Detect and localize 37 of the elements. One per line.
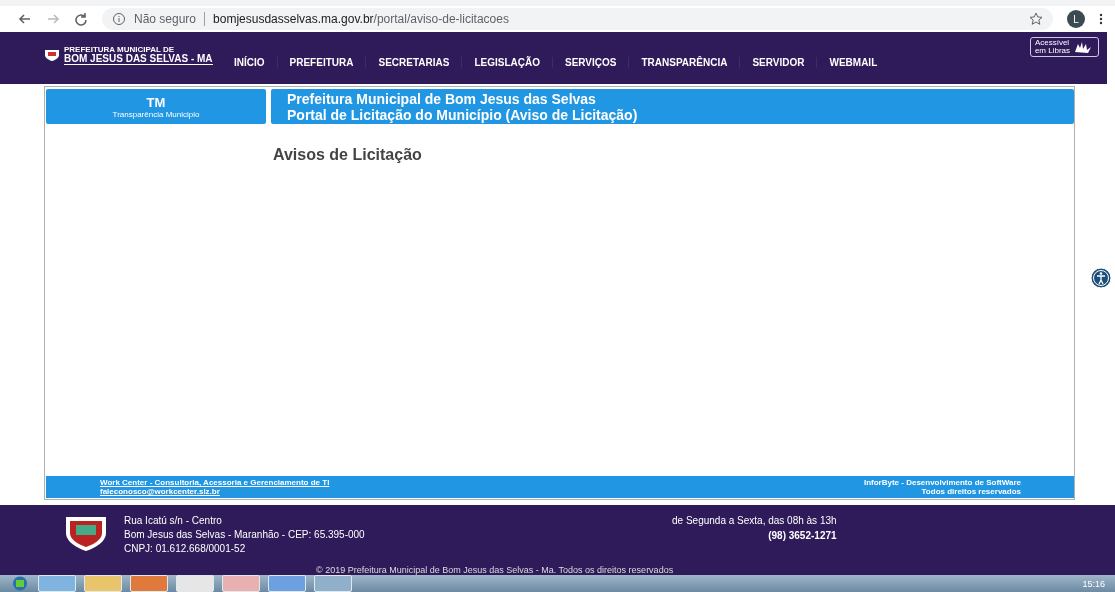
address-line: Bom Jesus das Selvas - Maranhão - CEP: 65.395-000 — [124, 529, 366, 540]
clock: 15:16 — [1082, 578, 1105, 589]
back-icon[interactable] — [18, 12, 32, 26]
forward-icon[interactable] — [46, 12, 60, 26]
nav-link[interactable]: TRANSPARÊNCIA — [629, 56, 741, 68]
address-bar[interactable]: Não seguro bomjesusdasselvas.ma.gov.br/portal/aviso-de-licitacoes — [102, 8, 1053, 30]
reload-icon[interactable] — [74, 12, 88, 26]
nav-link[interactable]: PREFEITURA — [277, 56, 367, 68]
nav-link[interactable]: LEGISLAÇÃO — [462, 56, 553, 68]
copyright-text: © 2019 Prefeitura Municipal de Bom Jesus das Selvas - Ma. Todos os direitos reservados — [316, 565, 674, 575]
crest-icon — [64, 515, 108, 553]
profile-avatar[interactable]: L — [1067, 10, 1085, 28]
security-label: Não seguro — [134, 12, 197, 26]
address-line: Rua Icatú s/n - Centro — [124, 515, 223, 526]
accessibility-icon[interactable] — [1090, 267, 1112, 289]
nav-link[interactable]: SERVIÇOS — [552, 56, 630, 68]
logo-title: BOM JESUS DAS SELVAS - MA — [64, 54, 213, 65]
page-title: Avisos de Licitação — [273, 146, 423, 164]
tm-badge: TM Transparência Municipio — [46, 89, 266, 124]
footer-text: Todos direitos reservados — [921, 487, 1021, 496]
url-text: bomjesusdasselvas.ma.gov.br/portal/aviso-de-licitacoes — [213, 12, 509, 26]
libras-badge[interactable]: Acessível em Libras — [1029, 37, 1099, 57]
crest-icon — [44, 49, 60, 61]
start-orb-icon[interactable] — [10, 576, 30, 591]
footer-text: InforByte - Desenvolvimento de SoftWare — [863, 478, 1021, 487]
portal-header: Prefeitura Municipal de Bom Jesus das Selvas Portal de Licitação do Município (Aviso de Licitação) — [271, 89, 1074, 124]
logo-caption: PREFEITURA MUNICIPAL DE — [64, 45, 176, 54]
nav-link[interactable]: SECRETARIAS — [366, 56, 463, 68]
phone-number: (98) 3652-1271 — [768, 530, 837, 541]
star-icon[interactable] — [1029, 12, 1043, 26]
menu-icon[interactable] — [1099, 12, 1103, 26]
nav-link[interactable]: INÍCIO — [222, 56, 278, 68]
address-line: CNPJ: 01.612.668/0001-52 — [124, 543, 247, 554]
info-icon[interactable] — [112, 12, 126, 26]
nav-link[interactable]: WEBMAIL — [817, 56, 890, 68]
nav-link[interactable]: SERVIDOR — [740, 56, 818, 68]
office-hours: de Segunda a Sexta, das 08h às 13h — [672, 515, 837, 526]
